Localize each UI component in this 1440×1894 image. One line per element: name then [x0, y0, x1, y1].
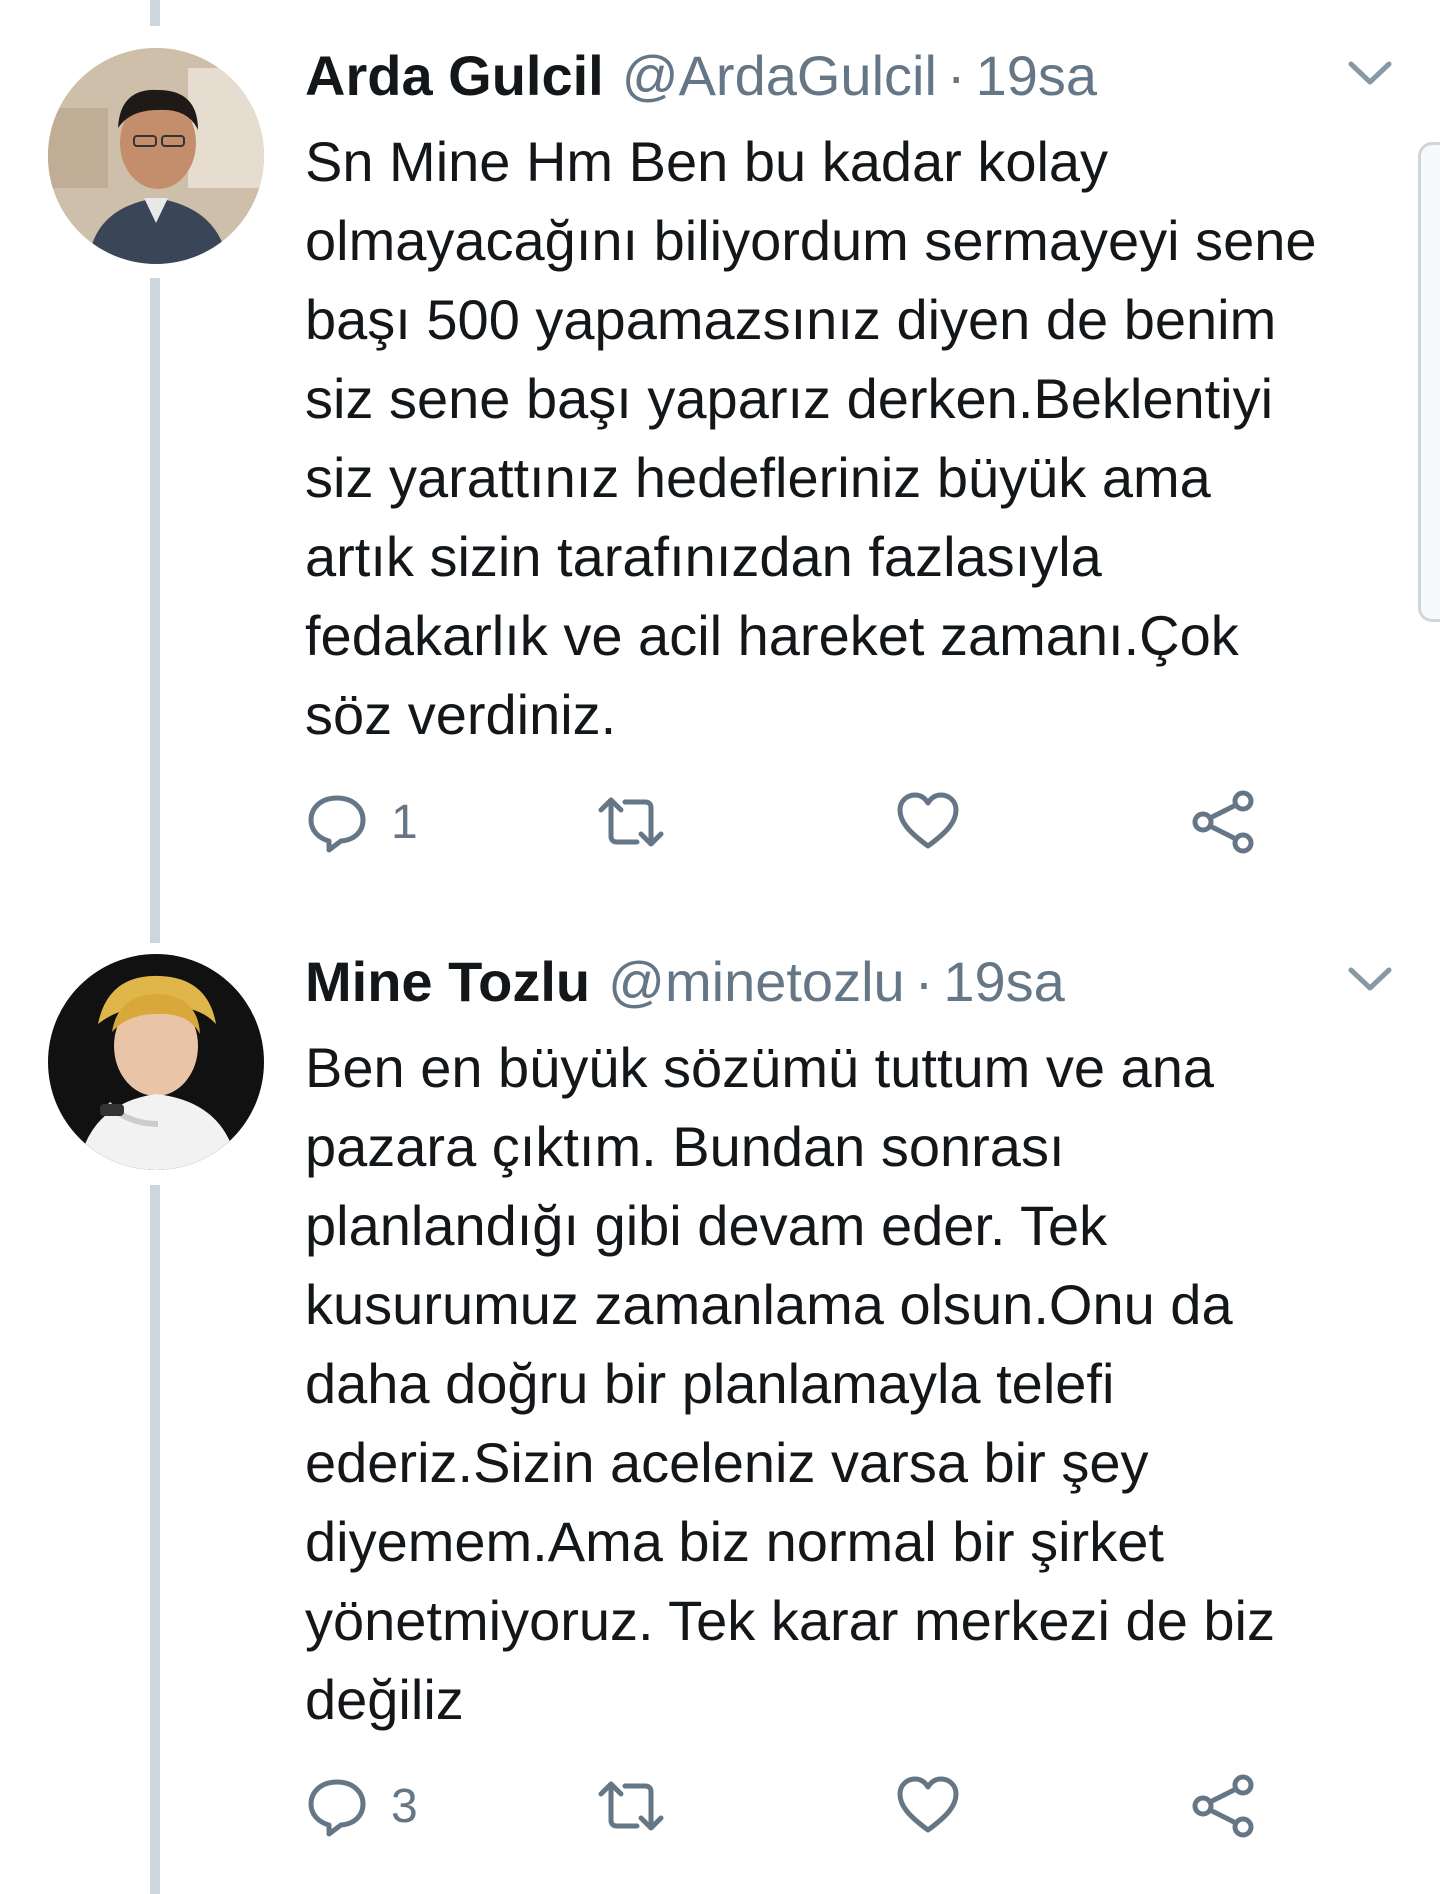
tweet-text-line: siz yarattınız hedefleriniz büyük ama [305, 446, 1211, 509]
author-name[interactable]: Mine Tozlu [305, 950, 590, 1013]
tweet-time[interactable]: 19sa [976, 44, 1097, 107]
reply-button[interactable]: 3 [305, 1766, 418, 1846]
tweet-text-line: değiliz [305, 1668, 464, 1731]
tweet-header: Mine Tozlu @minetozlu · 19sa [305, 942, 1065, 1022]
retweet-button[interactable] [595, 1766, 689, 1846]
avatar[interactable] [48, 954, 264, 1170]
reply-count: 3 [391, 1779, 418, 1833]
separator-dot: · [946, 44, 966, 107]
thread-line-top [150, 0, 160, 26]
profile-photo-woman-icon [48, 954, 264, 1170]
like-button[interactable] [895, 1766, 983, 1846]
separator-dot: · [914, 950, 934, 1013]
tweet-text-line: başı 500 yapamazsınız diyen de benim [305, 288, 1277, 351]
tweet-text-line: diyemem.Ama biz normal bir şirket [305, 1510, 1164, 1573]
tweet-text-line: planlandığı gibi devam eder. Tek [305, 1194, 1108, 1257]
retweet-icon [598, 1781, 664, 1831]
tweet-actions: 1 [305, 782, 1305, 862]
retweet-button[interactable] [595, 782, 689, 862]
tweet-text-line: daha doğru bir planlamayla telefi [305, 1352, 1115, 1415]
tweet-actions: 3 [305, 1766, 1305, 1846]
tweet-text-line: artık sizin tarafınızdan fazlasıyla [305, 525, 1102, 588]
reply-icon [308, 795, 366, 853]
share-icon [1192, 1774, 1254, 1838]
tweet[interactable]: Arda Gulcil @ArdaGulcil · 19sa Sn Mine Hm B… [0, 36, 1440, 886]
tweet-text-line: söz verdiniz. [305, 683, 617, 746]
tweet-text: Ben en büyük sözümü tuttum ve ana pazara… [305, 1028, 1405, 1739]
share-icon [1192, 790, 1254, 854]
tweet-text-line: pazara çıktım. Bundan sonrası [305, 1115, 1065, 1178]
tweet-header: Arda Gulcil @ArdaGulcil · 19sa [305, 36, 1097, 116]
heart-icon [897, 1776, 959, 1833]
reply-count: 1 [391, 795, 418, 849]
author-name[interactable]: Arda Gulcil [305, 44, 604, 107]
profile-photo-man-icon [48, 48, 264, 264]
author-handle[interactable]: @ArdaGulcil [622, 44, 937, 107]
tweet-text-line: Ben en büyük sözümü tuttum ve ana [305, 1036, 1214, 1099]
like-button[interactable] [895, 782, 983, 862]
share-button[interactable] [1191, 1766, 1257, 1846]
author-handle[interactable]: @minetozlu [608, 950, 905, 1013]
tweet-text-line: kusurumuz zamanlama olsun.Onu da [305, 1273, 1233, 1336]
heart-icon [897, 792, 959, 849]
share-button[interactable] [1191, 782, 1257, 862]
chevron-down-icon[interactable] [1345, 960, 1395, 1000]
tweet-text-line: fedakarlık ve acil hareket zamanı.Çok [305, 604, 1239, 667]
tweet-text-line: yönetmiyoruz. Tek karar merkezi de biz [305, 1589, 1275, 1652]
reply-icon [308, 1779, 366, 1837]
reply-button[interactable]: 1 [305, 782, 418, 862]
tweet-text: Sn Mine Hm Ben bu kadar kolay olmayacağı… [305, 122, 1405, 754]
tweet-time[interactable]: 19sa [943, 950, 1064, 1013]
tweet-text-line: siz sene başı yaparız derken.Beklentiyi [305, 367, 1274, 430]
tweet-text-line: Sn Mine Hm Ben bu kadar kolay [305, 130, 1109, 193]
tweet-text-line: ederiz.Sizin aceleniz varsa bir şey [305, 1431, 1149, 1494]
chevron-down-icon[interactable] [1345, 54, 1395, 94]
avatar[interactable] [48, 48, 264, 264]
tweet[interactable]: Mine Tozlu @minetozlu · 19sa Ben en büyük s… [0, 942, 1440, 1894]
tweet-text-line: olmayacağını biliyordum sermayeyi sene [305, 209, 1317, 272]
retweet-icon [598, 797, 664, 847]
